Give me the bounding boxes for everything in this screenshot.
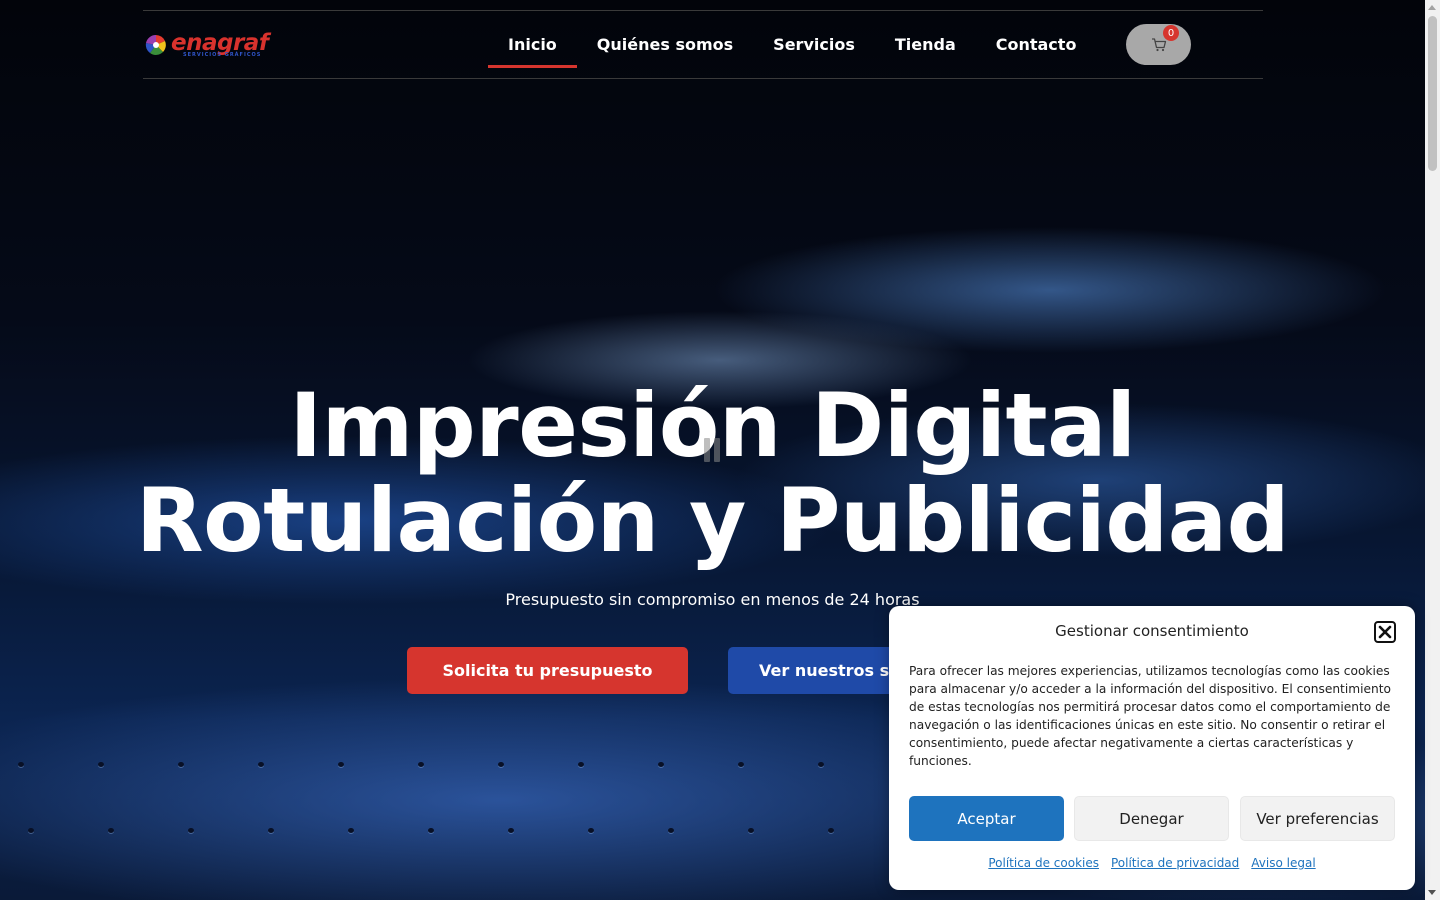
site-header: enagraf SERVICIOS GRÁFICOS Inicio Quiéne… (143, 10, 1263, 79)
background-dot (668, 828, 674, 833)
logo-text: enagraf SERVICIOS GRÁFICOS (171, 32, 269, 58)
nav-item-inicio[interactable]: Inicio (488, 11, 577, 78)
background-dot (188, 828, 194, 833)
background-dot (658, 762, 664, 767)
background-dot (348, 828, 354, 833)
background-dot (428, 828, 434, 833)
hero-title: Impresión Digital Rotulación y Publicida… (0, 378, 1425, 568)
deny-button[interactable]: Denegar (1074, 796, 1229, 841)
background-dot (258, 762, 264, 767)
request-quote-button[interactable]: Solicita tu presupuesto (407, 647, 688, 694)
consent-links: Política de cookies Política de privacid… (889, 856, 1415, 870)
scrollbar-thumb[interactable] (1428, 16, 1437, 171)
main-nav: Inicio Quiénes somos Servicios Tienda Co… (488, 11, 1096, 78)
logo[interactable]: enagraf SERVICIOS GRÁFICOS (145, 29, 269, 61)
background-dot (738, 762, 744, 767)
scroll-down-arrow-icon[interactable] (1428, 890, 1436, 895)
background-dot (748, 828, 754, 833)
nav-item-tienda[interactable]: Tienda (875, 11, 976, 78)
background-dot (828, 828, 834, 833)
background-dot (498, 762, 504, 767)
background-dot (508, 828, 514, 833)
cookie-consent-dialog: Gestionar consentimiento Para ofrecer la… (889, 606, 1415, 890)
background-dot (578, 762, 584, 767)
background-dot (818, 762, 824, 767)
background-dot (28, 828, 34, 833)
background-dot (98, 762, 104, 767)
cookie-policy-link[interactable]: Política de cookies (988, 856, 1099, 870)
background-dot (268, 828, 274, 833)
nav-item-servicios[interactable]: Servicios (753, 11, 875, 78)
cart-icon (1151, 37, 1166, 51)
background-dot (338, 762, 344, 767)
nav-item-quienes-somos[interactable]: Quiénes somos (577, 11, 753, 78)
background-dot (108, 828, 114, 833)
accept-button[interactable]: Aceptar (909, 796, 1064, 841)
background-dot (18, 762, 24, 767)
background-dot (178, 762, 184, 767)
pause-icon[interactable] (704, 438, 720, 462)
consent-title: Gestionar consentimiento (1055, 622, 1249, 640)
cart-count-badge: 0 (1163, 25, 1179, 41)
close-icon[interactable] (1374, 621, 1396, 643)
view-preferences-button[interactable]: Ver preferencias (1240, 796, 1395, 841)
hero-title-line-2: Rotulación y Publicidad (135, 469, 1290, 572)
logo-tagline: SERVICIOS GRÁFICOS (183, 52, 262, 58)
privacy-policy-link[interactable]: Política de privacidad (1111, 856, 1239, 870)
cart-button[interactable]: 0 (1126, 24, 1191, 65)
scroll-up-arrow-icon[interactable] (1428, 5, 1436, 10)
page-scrollbar[interactable] (1425, 0, 1440, 900)
nav-item-contacto[interactable]: Contacto (976, 11, 1097, 78)
background-dot (588, 828, 594, 833)
logo-mark-icon (145, 34, 166, 55)
background-dot (418, 762, 424, 767)
legal-notice-link[interactable]: Aviso legal (1251, 856, 1315, 870)
consent-description: Para ofrecer las mejores experiencias, u… (909, 664, 1391, 768)
